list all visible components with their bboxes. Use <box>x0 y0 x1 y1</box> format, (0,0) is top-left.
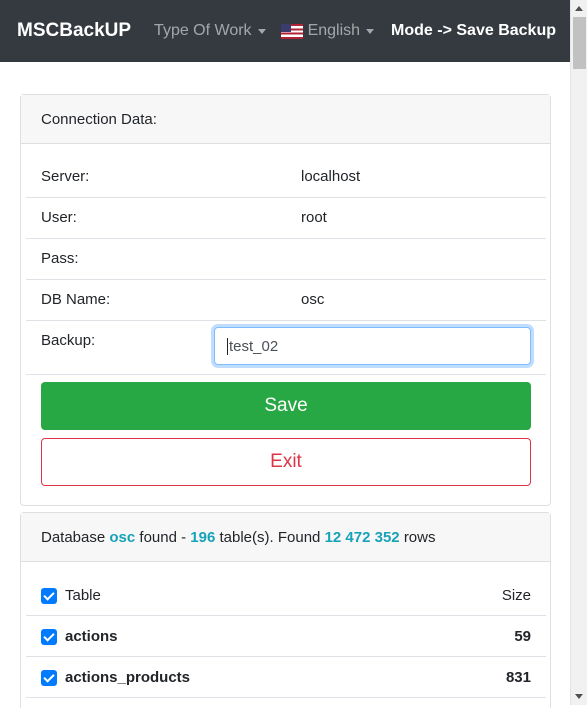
summary-found-text: found - <box>139 528 187 546</box>
user-row: User: root <box>26 198 546 239</box>
server-value: localhost <box>301 168 361 185</box>
table-size: 59 <box>514 628 531 645</box>
select-all-checkbox[interactable] <box>41 588 57 604</box>
db-name-value: osc <box>301 291 325 308</box>
language-dropdown[interactable]: English <box>280 22 375 40</box>
table-column-header: Table <box>65 587 101 604</box>
backup-name-value: test_02 <box>229 337 279 355</box>
scroll-down-arrow-icon[interactable] <box>571 688 587 705</box>
scroll-up-arrow-icon[interactable] <box>571 0 587 17</box>
vertical-scrollbar[interactable] <box>570 0 587 705</box>
text-cursor <box>227 337 228 355</box>
exit-button[interactable]: Exit <box>41 438 531 486</box>
type-of-work-dropdown[interactable]: Type Of Work <box>154 22 266 40</box>
table-row: actions 59 <box>26 616 546 657</box>
caret-down-icon <box>366 29 375 34</box>
top-navbar: MSCBackUP Type Of Work English Mode -> S… <box>0 0 570 62</box>
db-name-row: DB Name: osc <box>26 280 546 321</box>
summary-tables-text: table(s). Found <box>219 528 321 546</box>
backup-name-input[interactable]: test_02 <box>214 327 531 365</box>
pass-row: Pass: <box>26 239 546 280</box>
database-card: Database osc found - 196 table(s). Found… <box>20 512 551 708</box>
table-checkbox[interactable] <box>41 670 57 686</box>
type-of-work-label: Type Of Work <box>154 22 252 39</box>
caret-down-icon <box>257 29 266 34</box>
database-name: osc <box>109 528 136 546</box>
brand-logo[interactable]: MSCBackUP <box>17 20 131 42</box>
database-summary: Database osc found - 196 table(s). Found… <box>21 513 550 562</box>
language-label: English <box>307 22 361 39</box>
backup-label: Backup: <box>41 332 96 349</box>
server-label: Server: <box>41 168 90 185</box>
save-button[interactable]: Save <box>41 382 531 430</box>
table-size: 831 <box>505 669 531 686</box>
table-count: 196 <box>190 528 216 546</box>
server-row: Server: localhost <box>26 157 546 198</box>
db-name-label: DB Name: <box>41 291 111 308</box>
us-flag-icon <box>280 23 303 39</box>
table-name: actions_products <box>65 669 191 686</box>
table-row: actions_products 831 <box>26 657 546 698</box>
mode-indicator: Mode -> Save Backup <box>391 22 556 39</box>
row-count: 12 472 352 <box>324 528 400 546</box>
user-value: root <box>301 209 327 226</box>
size-column-header: Size <box>501 587 531 604</box>
scrollbar-thumb[interactable] <box>573 17 586 69</box>
table-checkbox[interactable] <box>41 629 57 645</box>
summary-rows-text: rows <box>403 528 436 546</box>
user-label: User: <box>41 209 77 226</box>
connection-card: Connection Data: Server: localhost User:… <box>20 94 551 506</box>
connection-header: Connection Data: <box>21 95 550 144</box>
summary-prefix: Database <box>41 528 106 546</box>
table-name: actions <box>65 628 118 645</box>
table-header-row: Table Size <box>26 575 546 616</box>
pass-label: Pass: <box>41 250 79 267</box>
